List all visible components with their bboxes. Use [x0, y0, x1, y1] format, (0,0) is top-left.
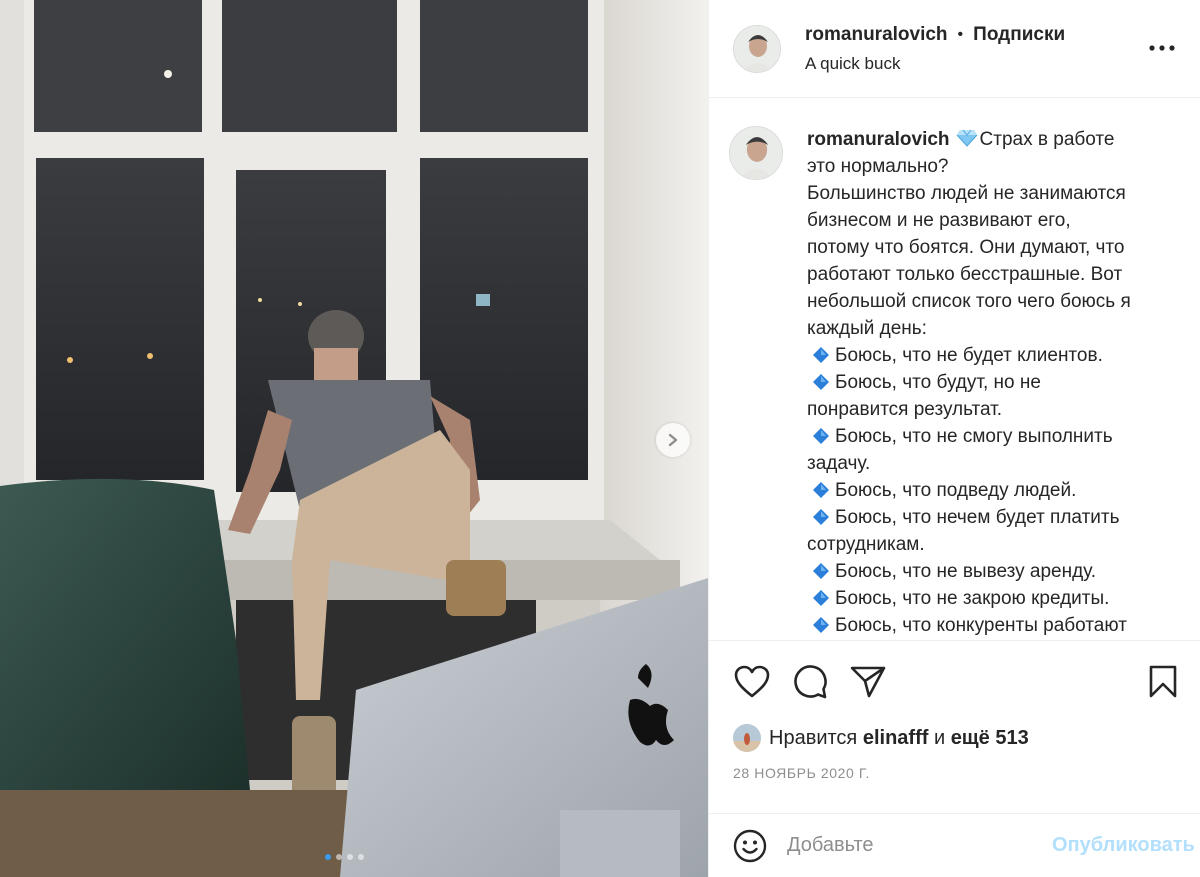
caption-line: понравится результат.: [807, 399, 1003, 420]
caption-line-text: Страх в работе: [979, 129, 1115, 150]
following-button[interactable]: Подписки: [973, 24, 1065, 46]
blue-diamond-icon: [813, 509, 829, 525]
blue-diamond-icon: [813, 347, 829, 363]
more-horizontal-icon: [1149, 45, 1175, 51]
caption-line-text: Боюсь, что подведу людей.: [835, 480, 1077, 501]
header-names: romanuralovich • Подписки A quick buck: [805, 24, 1065, 74]
caption-line-text: Боюсь, что нечем будет платить: [835, 507, 1120, 528]
post-date[interactable]: 28 НОЯБРЬ 2020 Г.: [709, 761, 1200, 785]
caption-line: небольшой список того чего боюсь я: [807, 291, 1131, 312]
caption-line: каждый день:: [807, 318, 927, 339]
caption-bullet-line: Боюсь, что не будет клиентов.: [807, 342, 1131, 369]
carousel-dot: [336, 854, 342, 860]
caption-line: Большинство людей не занимаются: [807, 183, 1126, 204]
bookmark-icon: [1149, 665, 1177, 698]
caption-bullet-line: Боюсь, что нечем будет платить: [807, 504, 1131, 531]
blue-diamond-icon: [813, 617, 829, 633]
caption-line: это нормально?: [807, 156, 949, 177]
carousel-dot: [325, 854, 331, 860]
blue-diamond-icon: [813, 374, 829, 390]
blue-diamond-icon: [813, 482, 829, 498]
likes-others-link[interactable]: ещё 513: [951, 727, 1029, 750]
gem-stone-icon: [956, 129, 977, 147]
caption-area: romanuralovich Страх в работе это нормаль…: [709, 98, 1200, 641]
paper-plane-icon: [850, 666, 886, 698]
likes-conj: и: [933, 726, 946, 749]
post-photo[interactable]: [0, 0, 708, 877]
carousel-indicator: [325, 854, 364, 860]
comment-icon: [794, 665, 827, 699]
caption-line-text: Боюсь, что не закрою кредиты.: [835, 588, 1110, 609]
blue-diamond-icon: [813, 563, 829, 579]
caption-avatar[interactable]: [729, 126, 783, 180]
comment-bar: Опубликовать: [709, 813, 1200, 877]
caption-line: сотрудникам.: [807, 534, 925, 555]
caption-bullet-line: Боюсь, что не закрою кредиты.: [807, 585, 1131, 612]
comment-button[interactable]: [791, 663, 829, 701]
caption-text: romanuralovich Страх в работе это нормаль…: [807, 126, 1131, 640]
comment-input[interactable]: [787, 834, 1052, 857]
like-button[interactable]: [733, 663, 771, 701]
save-button[interactable]: [1144, 663, 1182, 701]
caption-line-text: Боюсь, что конкуренты работают: [835, 615, 1127, 636]
more-options-button[interactable]: [1148, 36, 1176, 60]
caption-line: бизнесом и не развивают его,: [807, 210, 1071, 231]
carousel-dot: [347, 854, 353, 860]
caption-line: потому что боятся. Они думают, что: [807, 237, 1125, 258]
blue-diamond-icon: [813, 590, 829, 606]
likes-user-link[interactable]: elinafff: [863, 727, 929, 750]
avatar-image: [733, 724, 761, 752]
caption-line-text: Боюсь, что не будет клиентов.: [835, 345, 1103, 366]
caption-bullet-line: Боюсь, что будут, но не: [807, 369, 1131, 396]
likes-prefix: Нравится: [769, 726, 858, 749]
header-name-row: romanuralovich • Подписки: [805, 24, 1065, 46]
caption-line: romanuralovich Страх в работе: [807, 126, 1131, 153]
post-header: romanuralovich • Подписки A quick buck: [709, 0, 1200, 98]
action-bar: [709, 641, 1200, 723]
separator-dot: •: [957, 25, 964, 43]
emoji-button[interactable]: [733, 828, 767, 864]
caption-bullet-line: Боюсь, что конкуренты работают: [807, 612, 1131, 639]
liker-avatar[interactable]: [733, 724, 761, 752]
caption-line: работают только бесстрашные. Вот: [807, 264, 1123, 285]
header-username[interactable]: romanuralovich: [805, 24, 948, 46]
caption-line-text: Боюсь, что не смогу выполнить: [835, 426, 1113, 447]
caption-bullet-line: Боюсь, что не вывезу аренду.: [807, 558, 1131, 585]
caption-bullet-line: Боюсь, что подведу людей.: [807, 477, 1131, 504]
location-link[interactable]: A quick buck: [805, 54, 1065, 74]
caption-line-text: Боюсь, что будут, но не: [835, 372, 1041, 393]
post-side-panel: romanuralovich • Подписки A quick buck r…: [708, 0, 1200, 877]
chevron-right-icon: [668, 433, 678, 447]
avatar[interactable]: [733, 24, 781, 73]
caption-line: задачу.: [807, 453, 871, 474]
photo-scene: [0, 0, 708, 877]
instagram-post: romanuralovich • Подписки A quick buck r…: [0, 0, 1200, 877]
publish-button[interactable]: Опубликовать: [1052, 834, 1195, 857]
carousel-dot: [358, 854, 364, 860]
blue-diamond-icon: [813, 428, 829, 444]
caption-line-text: Боюсь, что не вывезу аренду.: [835, 561, 1097, 582]
caption-bullet-line: Боюсь, что не смогу выполнить: [807, 423, 1131, 450]
avatar-image: [730, 127, 782, 179]
likes-summary: Нравится elinafff и ещё 513: [709, 723, 1200, 753]
share-button[interactable]: [849, 663, 887, 701]
smiley-icon: [733, 829, 767, 862]
avatar-image: [734, 25, 780, 72]
caption-username[interactable]: romanuralovich: [807, 129, 950, 150]
heart-icon: [734, 665, 770, 698]
carousel-next-button[interactable]: [656, 423, 690, 457]
